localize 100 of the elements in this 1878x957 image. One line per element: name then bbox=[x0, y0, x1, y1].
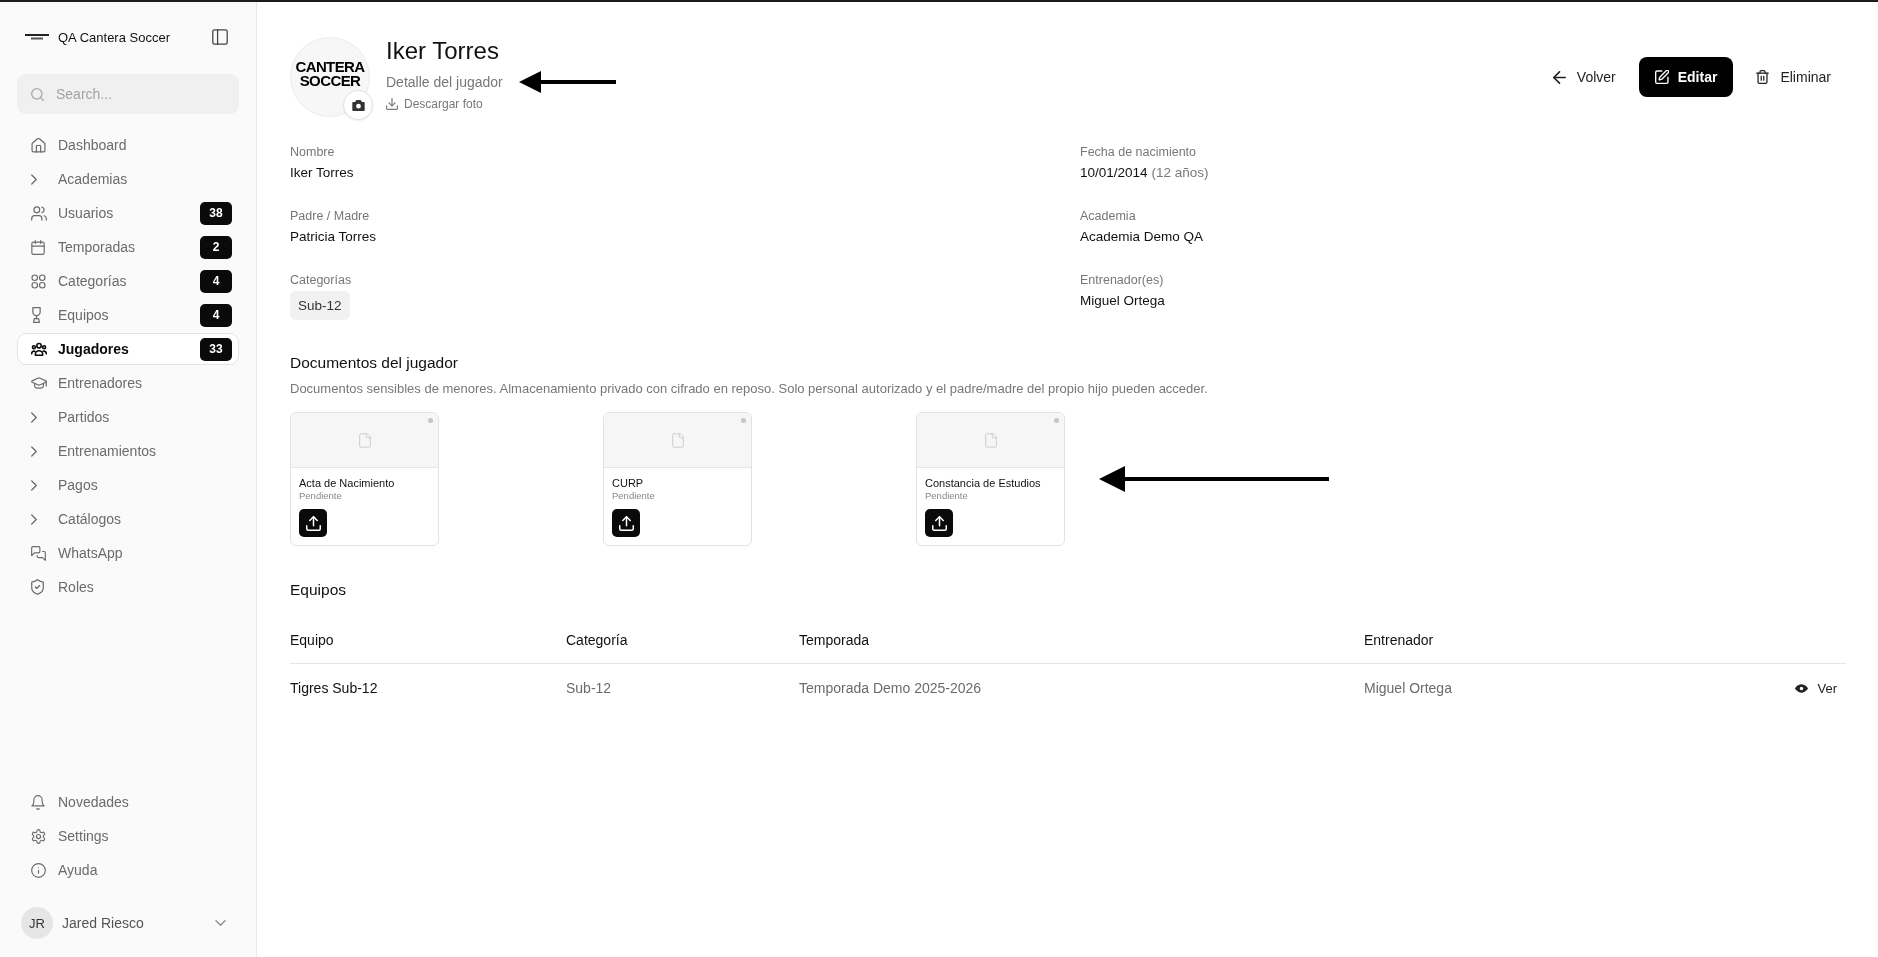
people-icon bbox=[31, 342, 47, 356]
document-name: Constancia de Estudios bbox=[925, 476, 1042, 490]
field-label: Fecha de nacimiento bbox=[1080, 144, 1197, 160]
nav-item[interactable]: Dashboard bbox=[17, 129, 239, 161]
chat-icon bbox=[31, 545, 46, 561]
nav-item[interactable]: Settings bbox=[17, 820, 239, 852]
field-label: Nombre bbox=[290, 144, 335, 160]
delete-button[interactable]: Eliminar bbox=[1744, 57, 1843, 97]
file-icon bbox=[671, 432, 684, 448]
trophy-icon bbox=[31, 307, 42, 323]
upload-icon bbox=[618, 515, 634, 531]
upload-button[interactable] bbox=[612, 509, 640, 537]
document-name: CURP bbox=[612, 476, 645, 490]
document-status: Pendiente bbox=[925, 490, 969, 502]
logo-text: SOCCER bbox=[299, 74, 361, 88]
nav-item[interactable]: WhatsApp bbox=[17, 537, 239, 569]
status-dot-icon bbox=[741, 418, 746, 423]
back-button[interactable]: Volver bbox=[1540, 57, 1628, 97]
nav-item[interactable]: Usuarios 38 bbox=[17, 197, 239, 229]
info-icon bbox=[31, 862, 46, 878]
document-status: Pendiente bbox=[299, 490, 343, 502]
column-header: Equipo bbox=[290, 617, 566, 664]
field-value: Academia Demo QA bbox=[1080, 228, 1204, 246]
table-cell: Temporada Demo 2025-2026 bbox=[799, 663, 1364, 712]
section-title: Equipos bbox=[290, 580, 346, 600]
chevron-right-icon bbox=[31, 445, 37, 457]
status-dot-icon bbox=[1054, 418, 1059, 423]
player-name: Iker Torres bbox=[386, 37, 499, 65]
section-title: Documentos del jugador bbox=[290, 353, 459, 373]
field-label: Academia bbox=[1080, 208, 1136, 224]
nav-item[interactable]: Catálogos bbox=[17, 503, 239, 535]
graduation-cap-icon bbox=[31, 377, 47, 389]
page-subtitle: Detalle del jugador bbox=[386, 73, 503, 92]
user-menu[interactable]: JR Jared Riesco bbox=[17, 903, 239, 943]
document-status: Pendiente bbox=[612, 490, 656, 502]
field-value: Iker Torres bbox=[290, 164, 354, 182]
upload-button[interactable] bbox=[925, 509, 953, 537]
file-icon bbox=[984, 432, 997, 448]
document-name: Acta de Nacimiento bbox=[299, 476, 396, 490]
age-note: (12 años) bbox=[1151, 164, 1209, 182]
column-header: Categoría bbox=[566, 617, 799, 664]
nav-item[interactable]: Partidos bbox=[17, 401, 239, 433]
field-label: Entrenador(es) bbox=[1080, 272, 1164, 288]
count-badge: 38 bbox=[200, 201, 232, 225]
edit-button[interactable]: Editar bbox=[1638, 57, 1734, 97]
chevron-right-icon bbox=[31, 513, 37, 525]
field-label: Categorías bbox=[290, 272, 352, 288]
camera-button[interactable] bbox=[343, 90, 373, 120]
sidebar-toggle-icon[interactable] bbox=[212, 29, 228, 45]
view-button[interactable]: Ver bbox=[1795, 681, 1837, 696]
field-label: Padre / Madre bbox=[290, 208, 370, 224]
nav-item[interactable]: Equipos 4 bbox=[17, 299, 239, 331]
count-badge: 4 bbox=[200, 269, 232, 293]
count-badge: 33 bbox=[200, 337, 232, 361]
file-icon bbox=[358, 432, 371, 448]
chevron-right-icon bbox=[31, 479, 37, 491]
nav-item[interactable]: Academias bbox=[17, 163, 239, 195]
column-header: Temporada bbox=[799, 617, 1364, 664]
table-cell: Sub-12 bbox=[566, 663, 799, 712]
user-avatar: JR bbox=[21, 907, 53, 939]
home-icon bbox=[31, 137, 46, 153]
settings-icon bbox=[31, 828, 46, 844]
nav-item[interactable]: Jugadores 33 bbox=[17, 333, 239, 365]
status-dot-icon bbox=[428, 418, 433, 423]
download-icon bbox=[386, 98, 398, 110]
nav-item[interactable]: Temporadas 2 bbox=[17, 231, 239, 263]
calendar-icon bbox=[31, 239, 45, 255]
logo-text: CANTERA bbox=[295, 60, 365, 74]
nav-item[interactable]: Roles bbox=[17, 571, 239, 603]
table-cell: Miguel Ortega bbox=[1364, 663, 1736, 712]
eye-icon bbox=[1795, 684, 1809, 693]
field-value: 10/01/2014 bbox=[1080, 164, 1148, 182]
nav-item[interactable]: Pagos bbox=[17, 469, 239, 501]
nav-item[interactable]: Categorías 4 bbox=[17, 265, 239, 297]
users-icon bbox=[31, 205, 47, 221]
chevron-right-icon bbox=[31, 173, 37, 185]
upload-icon bbox=[305, 515, 321, 531]
nav-item[interactable]: Entrenadores bbox=[17, 367, 239, 399]
upload-icon bbox=[931, 515, 947, 531]
search-field[interactable]: Search... bbox=[17, 74, 239, 114]
app-name: QA Cantera Soccer bbox=[58, 29, 170, 45]
field-value: Patricia Torres bbox=[290, 228, 377, 246]
logo-icon bbox=[25, 34, 49, 40]
chevron-right-icon bbox=[31, 411, 37, 423]
count-badge: 2 bbox=[200, 235, 232, 259]
shield-icon bbox=[31, 579, 44, 595]
trash-icon bbox=[1756, 70, 1770, 84]
edit-icon bbox=[1654, 70, 1669, 84]
camera-icon bbox=[351, 99, 365, 111]
nav-item[interactable]: Ayuda bbox=[17, 854, 239, 886]
nav-item[interactable]: Novedades bbox=[17, 786, 239, 818]
count-badge: 4 bbox=[200, 303, 232, 327]
chevron-down-icon bbox=[215, 920, 226, 926]
upload-button[interactable] bbox=[299, 509, 327, 537]
column-header: Entrenador bbox=[1364, 617, 1736, 664]
category-tag: Sub-12 bbox=[290, 291, 350, 320]
nav-item[interactable]: Entrenamientos bbox=[17, 435, 239, 467]
field-value: Miguel Ortega bbox=[1080, 292, 1165, 310]
grid-icon bbox=[31, 273, 46, 289]
download-link[interactable]: Descargar foto bbox=[386, 96, 483, 112]
